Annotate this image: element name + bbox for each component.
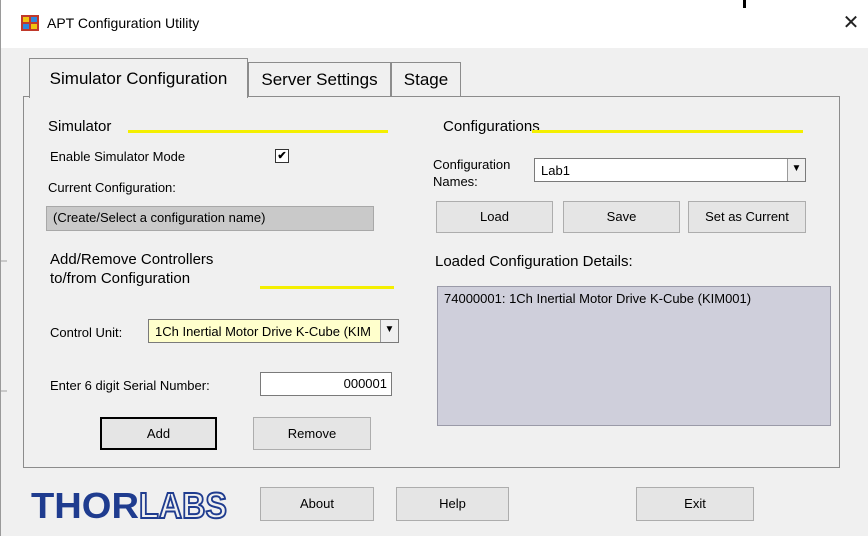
svg-text:LABS: LABS [139,486,227,524]
control-unit-label: Control Unit: [50,325,123,340]
configuration-detail-item: 74000001: 1Ch Inertial Motor Drive K-Cub… [444,291,752,306]
thorlabs-logo: THOR LABS [29,486,229,524]
app-icon [21,15,39,31]
save-button[interactable]: Save [563,201,680,233]
tab-label: Stage [403,70,449,89]
title-bar: APT Configuration Utility ✕ [1,0,868,48]
serial-number-label: Enter 6 digit Serial Number: [50,378,210,393]
serial-number-input[interactable]: 000001 [260,372,392,396]
tab-label: Simulator Configuration [49,69,228,88]
window-title: APT Configuration Utility [47,15,200,31]
load-button[interactable]: Load [436,201,553,233]
background-mark [743,0,746,8]
close-button[interactable]: ✕ [839,10,863,36]
tab-simulator-configuration[interactable]: Simulator Configuration [29,58,248,98]
edge-mark [1,390,7,392]
control-unit-select[interactable]: 1Ch Inertial Motor Drive K-Cube (KIM ▼ [148,319,399,343]
about-button[interactable]: About [260,487,374,521]
help-button[interactable]: Help [396,487,509,521]
exit-button[interactable]: Exit [636,487,754,521]
add-remove-header-line2: to/from Configuration [50,270,191,287]
simulator-configuration-panel: Simulator Enable Simulator Mode ✔ Curren… [23,96,840,468]
configurations-header: Configurations [443,118,540,135]
current-configuration-label: Current Configuration: [48,180,176,195]
configuration-names-select[interactable]: Lab1 ▼ [534,158,806,182]
add-remove-header: Add/Remove Controllers [50,251,214,268]
loaded-configuration-details-label: Loaded Configuration Details: [435,253,633,270]
configuration-names-label-line2: Names: [433,174,478,189]
section-underline [128,130,388,133]
tab-label: Server Settings [261,70,378,89]
dropdown-arrow-icon[interactable]: ▼ [787,159,805,181]
configuration-names-label: Configuration [433,157,511,172]
enable-simulator-checkbox[interactable]: ✔ [275,149,289,163]
control-unit-value: 1Ch Inertial Motor Drive K-Cube (KIM [155,324,372,339]
set-as-current-button[interactable]: Set as Current [688,201,806,233]
loaded-configuration-details-box[interactable]: 74000001: 1Ch Inertial Motor Drive K-Cub… [437,286,831,426]
configuration-names-value: Lab1 [541,163,570,178]
edge-mark [1,260,7,262]
tab-stage[interactable]: Stage [391,62,461,97]
tab-server-settings[interactable]: Server Settings [248,62,391,97]
section-underline [532,130,803,133]
remove-button[interactable]: Remove [253,417,371,450]
app-window: APT Configuration Utility ✕ Simulator Co… [0,0,868,536]
enable-simulator-label: Enable Simulator Mode [50,149,186,164]
add-button[interactable]: Add [100,417,217,450]
current-configuration-value: (Create/Select a configuration name) [46,206,374,231]
dropdown-arrow-icon[interactable]: ▼ [380,320,398,342]
section-underline [260,286,394,289]
svg-text:THOR: THOR [31,486,139,524]
simulator-header: Simulator [48,118,112,135]
